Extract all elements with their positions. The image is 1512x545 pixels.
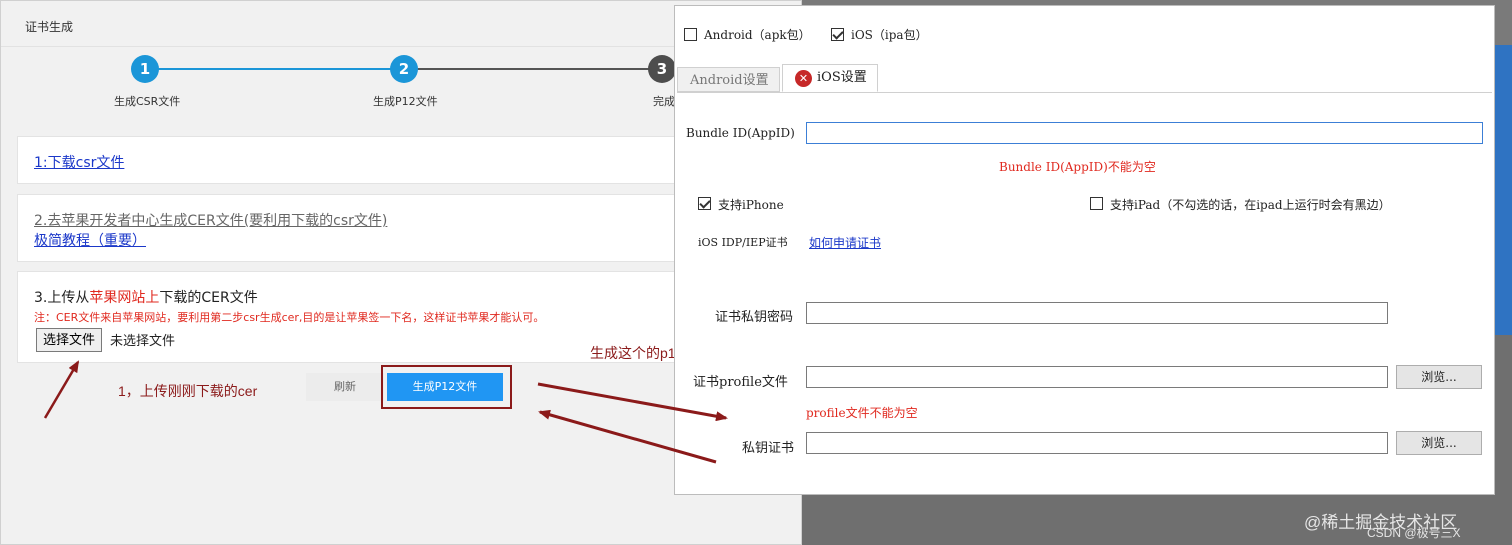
error-icon: ✕: [795, 70, 812, 87]
bundle-id-input[interactable]: [806, 122, 1483, 144]
tab-android-settings[interactable]: Android设置: [677, 67, 780, 92]
private-key-label: 私钥证书: [742, 441, 795, 456]
step-2-label: 生成P12文件: [373, 95, 438, 108]
choose-file-button[interactable]: 选择文件: [36, 328, 103, 352]
apply-cert-link[interactable]: 如何申请证书: [809, 234, 881, 251]
ipad-checkbox[interactable]: [1090, 197, 1103, 210]
platform-settings-dialog: Android（apk包） iOS（ipa包） Android设置 ✕ iOS设…: [674, 5, 1495, 495]
tab-ios-label: iOS设置: [817, 70, 867, 85]
upload-note: 注：CER文件来自苹果网站，要利用第二步csr生成cer,目的是让苹果签一下名，…: [34, 311, 545, 324]
apple-developer-link[interactable]: 2.去苹果开发者中心生成CER文件(要利用下载的csr文件): [34, 210, 387, 230]
upload-annotation: 1，上传刚刚下载的cer: [118, 383, 258, 399]
ios-checkbox-label: iOS（ipa包）: [851, 28, 928, 42]
tab-android-label: Android设置: [690, 73, 769, 88]
settings-tabs: Android设置 ✕ iOS设置: [677, 64, 1492, 93]
highlight-box: [381, 365, 512, 409]
step-3-circle: 3: [648, 55, 676, 83]
upload-instruction-highlight: 苹果网站上: [89, 290, 160, 306]
profile-input[interactable]: [806, 366, 1388, 388]
private-key-input[interactable]: [806, 432, 1388, 454]
step-3-label: 完成: [653, 95, 675, 108]
password-label: 证书私钥密码: [715, 310, 794, 325]
iphone-checkbox[interactable]: [698, 197, 711, 210]
profile-browse-button[interactable]: 浏览...: [1396, 365, 1482, 389]
ios-checkbox[interactable]: [831, 28, 844, 41]
refresh-button[interactable]: 刷新: [306, 373, 384, 401]
cert-label: iOS IDP/IEP证书: [698, 236, 788, 249]
step-1-label: 生成CSR文件: [114, 95, 181, 108]
bundle-id-error: Bundle ID(AppID)不能为空: [999, 160, 1156, 174]
upload-instruction-post: 下载的CER文件: [159, 290, 258, 306]
android-checkbox[interactable]: [684, 28, 697, 41]
profile-label: 证书profile文件: [693, 375, 788, 390]
password-input[interactable]: [806, 302, 1388, 324]
android-checkbox-label: Android（apk包）: [704, 28, 811, 42]
step-connector-1: [146, 68, 404, 70]
step-connector-2: [404, 68, 662, 70]
tab-ios-settings[interactable]: ✕ iOS设置: [782, 64, 878, 92]
dialog-title: 证书生成: [25, 20, 74, 34]
file-status: 未选择文件: [110, 333, 176, 348]
watermark-sub: CSDN @极号三X: [1367, 526, 1461, 540]
tutorial-link[interactable]: 极简教程（重要）: [34, 230, 146, 250]
profile-error: profile文件不能为空: [806, 406, 918, 420]
upload-instruction: 3.上传从苹果网站上下载的CER文件: [34, 287, 258, 307]
download-csr-link[interactable]: 1:下载csr文件: [34, 152, 124, 172]
ipad-checkbox-label: 支持iPad（不勾选的话，在ipad上运行时会有黑边）: [1110, 198, 1391, 212]
private-key-browse-button[interactable]: 浏览...: [1396, 431, 1482, 455]
step-2-circle: 2: [390, 55, 418, 83]
upload-instruction-pre: 3.上传从: [34, 290, 90, 306]
bundle-id-label: Bundle ID(AppID): [686, 126, 795, 140]
step-1-circle: 1: [131, 55, 159, 83]
iphone-checkbox-label: 支持iPhone: [718, 198, 784, 212]
